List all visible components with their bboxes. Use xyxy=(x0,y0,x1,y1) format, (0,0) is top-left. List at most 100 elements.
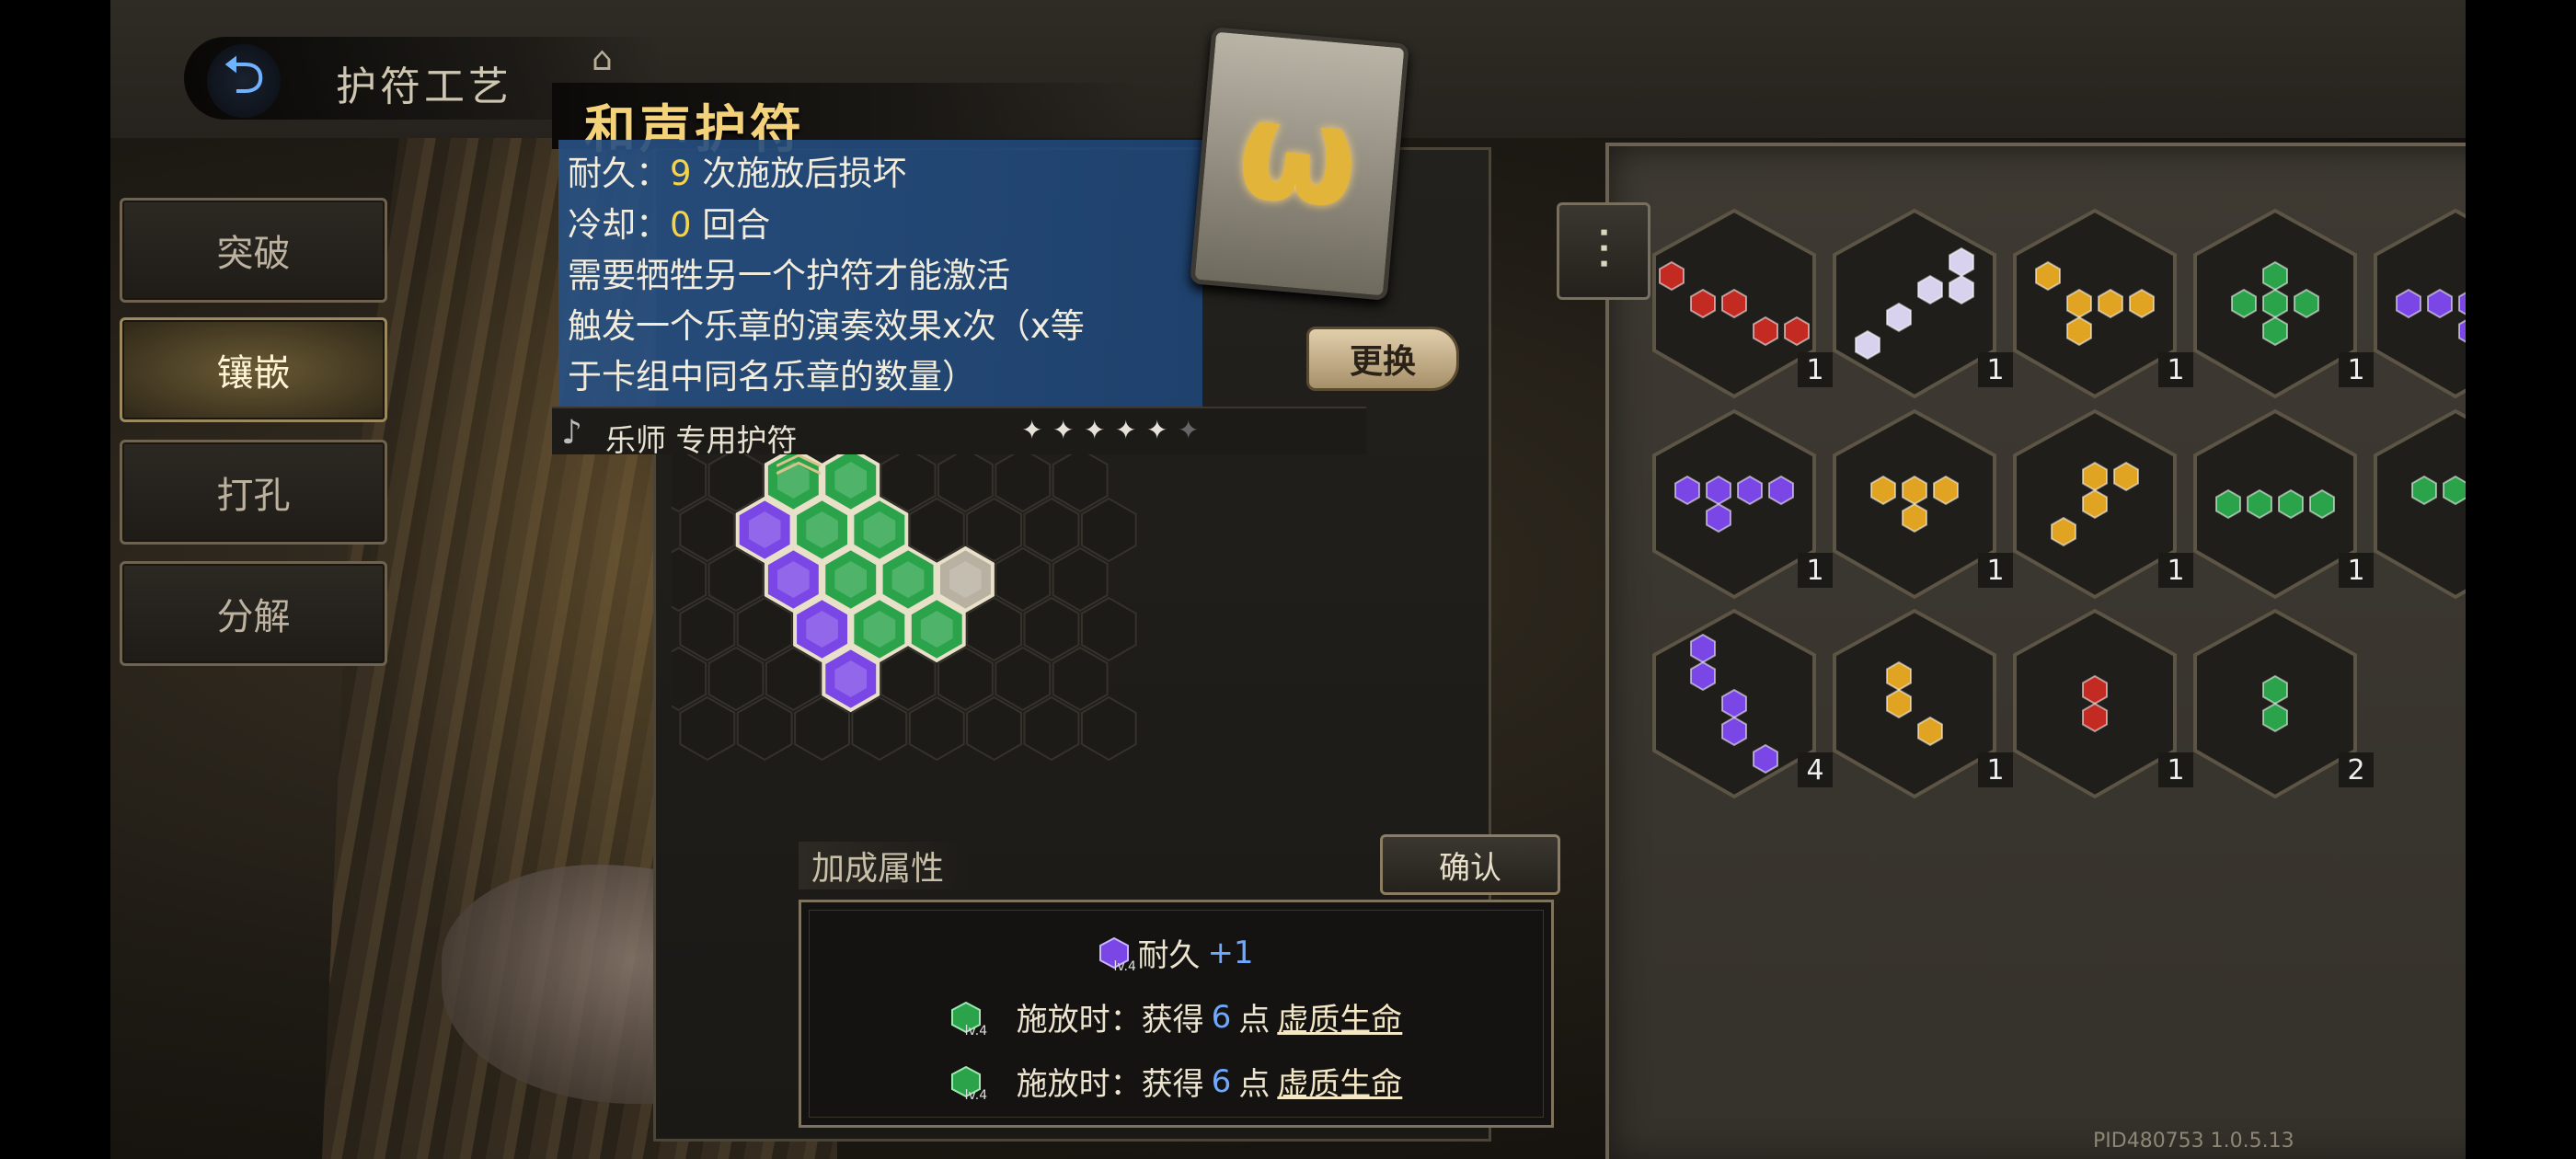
white-gem xyxy=(1949,247,1974,278)
empty-socket[interactable] xyxy=(679,695,736,762)
side-tab-label: 分解 xyxy=(216,596,291,638)
purple-gem-icon: lv.4 xyxy=(1098,936,1136,974)
empty-socket[interactable] xyxy=(707,546,765,613)
keyword-link[interactable]: 虚质生命 xyxy=(1277,1059,1402,1104)
empty-socket[interactable] xyxy=(679,596,736,662)
piece-hex-frame xyxy=(1833,608,1996,799)
gem-piece-slot[interactable]: 1 xyxy=(2368,407,2466,601)
gem-piece-slot[interactable]: 1 xyxy=(2188,207,2374,400)
yellow-gem xyxy=(2082,461,2108,492)
purple-gem xyxy=(1674,475,1700,506)
gem-piece-tile xyxy=(2193,608,2357,799)
sort-button[interactable]: ⫶ xyxy=(1557,202,1650,300)
keyword-link[interactable]: 虚质生命 xyxy=(1277,994,1402,1039)
back-arrow-icon: ⮌ xyxy=(222,42,266,106)
gem-piece-slot[interactable]: 1 xyxy=(1647,407,1833,601)
bonus-row: lv.4 施放时：获得 6 点虚质生命 xyxy=(801,1059,1551,1104)
side-tab-disassemble[interactable]: 分解 xyxy=(120,561,387,666)
purple-gem xyxy=(1721,688,1747,719)
red-gem xyxy=(1721,288,1747,319)
white-gem xyxy=(1886,302,1912,333)
empty-socket[interactable] xyxy=(1080,596,1137,662)
empty-socket[interactable] xyxy=(995,546,1052,613)
empty-socket[interactable] xyxy=(736,695,793,762)
white-gem xyxy=(1949,274,1974,305)
empty-socket[interactable] xyxy=(1023,497,1080,563)
gem-piece-slot[interactable]: 1 xyxy=(2007,607,2193,800)
yellow-gem xyxy=(2051,516,2076,547)
gem-piece-slot[interactable]: 1 xyxy=(1827,407,2013,601)
empty-socket[interactable] xyxy=(937,646,994,712)
side-tab-label: 镶嵌 xyxy=(216,352,291,395)
yellow-gem xyxy=(2082,488,2108,520)
rarity-star-icon: ✦ xyxy=(1115,415,1137,445)
empty-socket[interactable] xyxy=(1052,447,1109,513)
empty-socket[interactable] xyxy=(1052,646,1109,712)
gem-piece-tile xyxy=(2013,208,2177,399)
gem-piece-tile xyxy=(2193,208,2357,399)
rarity-star-icon: ✦ xyxy=(1084,415,1106,445)
yellow-gem xyxy=(1886,660,1912,692)
side-tab-breakthrough[interactable]: 突破 xyxy=(120,198,387,303)
yellow-gem xyxy=(2066,316,2092,347)
gem-piece-slot[interactable]: 2 xyxy=(2188,607,2374,800)
green-gem xyxy=(2294,288,2319,319)
version-label: PID480753 1.0.5.13 xyxy=(2093,1130,2294,1153)
socket-grid: ︽ xyxy=(672,432,1137,762)
side-tab-inlay[interactable]: 镶嵌 xyxy=(120,317,387,422)
gem-piece-slot[interactable]: 1 xyxy=(2007,407,2193,601)
gem-piece-slot[interactable]: 4 xyxy=(1647,607,1833,800)
back-button[interactable]: ⮌ xyxy=(207,43,281,118)
amulet-tooltip: 和声护符 耐久：9 次施放后损坏 冷却：0 回合 需要牺牲另一个护符才能激活 触… xyxy=(552,83,1366,458)
gem-piece-tile xyxy=(2374,208,2466,399)
harmony-amulet-icon: ω xyxy=(1231,69,1365,240)
gem-piece-slot[interactable]: 1 xyxy=(1827,607,2013,800)
side-tab-socket[interactable]: 打孔 xyxy=(120,440,387,545)
empty-socket[interactable] xyxy=(707,646,765,712)
empty-socket[interactable] xyxy=(1080,695,1137,762)
green-gem xyxy=(2443,475,2466,506)
piece-hex-frame xyxy=(1652,408,1816,600)
green-gem xyxy=(2262,288,2288,319)
purple-gem xyxy=(1706,475,1731,506)
rarity-star-icon: ✦ xyxy=(1178,415,1200,445)
empty-socket[interactable] xyxy=(995,646,1052,712)
empty-socket[interactable] xyxy=(966,695,1022,762)
cooldown-line: 冷却：0 回合 xyxy=(568,205,771,245)
gem-piece-slot[interactable]: 1 xyxy=(2368,207,2466,400)
green-gem xyxy=(2262,260,2288,292)
green-gem xyxy=(2278,488,2304,520)
empty-socket[interactable] xyxy=(1023,695,1080,762)
empty-socket[interactable] xyxy=(1052,546,1109,613)
gem-piece-tile xyxy=(1833,608,1996,799)
empty-socket[interactable] xyxy=(1023,596,1080,662)
side-tab-label: 突破 xyxy=(216,233,291,275)
red-gem xyxy=(1753,316,1778,347)
red-gem xyxy=(2082,674,2108,706)
empty-socket[interactable] xyxy=(937,447,994,513)
gem-piece-slot[interactable]: 1 xyxy=(1827,207,2013,400)
yellow-gem xyxy=(1933,475,1959,506)
gem-piece-slot[interactable]: 1 xyxy=(1647,207,1833,400)
gem-piece-tile xyxy=(2193,408,2357,600)
empty-socket[interactable] xyxy=(995,447,1052,513)
effect-line-1: 触发一个乐章的演奏效果x次（x等 xyxy=(568,306,1085,346)
empty-socket[interactable] xyxy=(1080,497,1137,563)
confirm-button[interactable]: 确认 xyxy=(1380,834,1560,895)
empty-socket[interactable] xyxy=(679,497,736,563)
gem-piece-slot[interactable]: 1 xyxy=(2007,207,2193,400)
red-gem xyxy=(2082,702,2108,733)
bonus-attributes-box: lv.4 耐久 +1 lv.4 施放时：获得 6 点虚质生命 lv.4 施放时：获得 6… xyxy=(799,900,1554,1128)
gem-piece-tile xyxy=(1652,408,1816,600)
piece-count-badge: 2 xyxy=(2339,752,2374,787)
yellow-gem xyxy=(2113,461,2139,492)
empty-socket[interactable] xyxy=(736,596,793,662)
green-gem xyxy=(2309,488,2335,520)
red-gem xyxy=(1690,288,1716,319)
swap-button[interactable]: 更换 xyxy=(1306,327,1459,391)
bonus-row: lv.4 施放时：获得 6 点虚质生命 xyxy=(801,994,1551,1039)
empty-socket[interactable] xyxy=(908,695,965,762)
gem-piece-slot[interactable]: 1 xyxy=(2188,407,2374,601)
green-gem-icon: lv.4 xyxy=(950,1065,987,1103)
rarity-stars: ✦ ✦ ✦ ✦ ✦ ✦ xyxy=(1021,418,1203,443)
